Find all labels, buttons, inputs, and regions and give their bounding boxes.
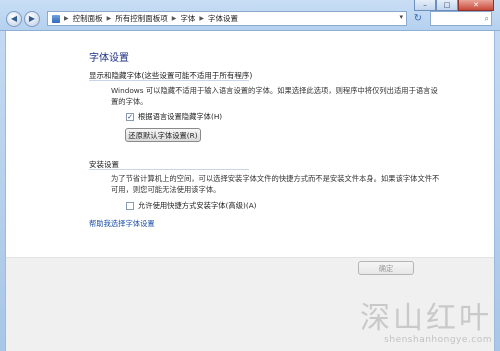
breadcrumb-item[interactable]: 字体设置 <box>208 13 238 24</box>
address-bar[interactable]: ▶ 控制面板 ▶ 所有控制面板项 ▶ 字体 ▶ 字体设置 ▾ <box>47 11 407 26</box>
ok-button[interactable]: 确定 <box>358 261 414 275</box>
breadcrumb-separator: ▶ <box>106 15 112 22</box>
section-divider <box>89 80 249 81</box>
page-title: 字体设置 <box>89 53 129 64</box>
install-settings-description: 为了节省计算机上的空间，可以选择安装字体文件的快捷方式而不是安装文件本身。如果该… <box>111 174 440 194</box>
breadcrumb-item[interactable]: 字体 <box>180 13 195 24</box>
breadcrumb-item[interactable]: 控制面板 <box>73 13 103 24</box>
site-watermark: 深山红叶 shenshanhongye.com <box>360 301 492 346</box>
restore-default-font-settings-button[interactable]: 还原默认字体设置(R) <box>125 128 201 142</box>
search-icon[interactable]: ⌕ <box>485 12 489 25</box>
breadcrumb-separator: ▶ <box>171 15 177 22</box>
back-button[interactable]: ◀ <box>6 11 22 27</box>
hide-fonts-checkbox[interactable]: ✓ <box>126 113 134 121</box>
hide-fonts-description: Windows 可以隐藏不适用于输入语言设置的字体。如果选择此选项，则程序中将仅… <box>111 86 438 106</box>
close-button[interactable]: ✕ <box>458 0 494 11</box>
breadcrumb-separator: ▶ <box>199 15 204 22</box>
watermark-logo-text: 深山红叶 <box>360 301 492 336</box>
help-choose-font-settings-link[interactable]: 帮助我选择字体设置 <box>89 219 155 229</box>
window-frame-right <box>494 31 500 351</box>
breadcrumb-item[interactable]: 所有控制面板项 <box>115 13 168 24</box>
search-input[interactable]: ⌕ <box>430 11 492 26</box>
allow-shortcut-install-checkbox-label[interactable]: 允许使用快捷方式安装字体(高级)(A) <box>138 201 257 211</box>
maximize-button[interactable]: □ <box>436 0 458 11</box>
minimize-button[interactable]: – <box>414 0 436 11</box>
section-divider <box>89 169 249 170</box>
allow-shortcut-install-checkbox[interactable] <box>126 202 134 210</box>
title-bar: – □ ✕ ◀ ▶ ▶ 控制面板 ▶ 所有控制面板项 ▶ 字体 ▶ 字体设置 ▾… <box>0 0 500 31</box>
hide-fonts-checkbox-label[interactable]: 根据语言设置隐藏字体(H) <box>138 112 222 122</box>
chevron-down-icon[interactable]: ▾ <box>399 13 403 21</box>
watermark-url: shenshanhongye.com <box>384 335 492 345</box>
control-panel-icon <box>52 14 60 23</box>
refresh-icon[interactable]: ↻ <box>411 12 425 25</box>
window-caption-buttons: – □ ✕ <box>414 0 494 11</box>
allow-shortcut-install-option[interactable]: 允许使用快捷方式安装字体(高级)(A) <box>126 201 257 211</box>
forward-button[interactable]: ▶ <box>24 11 40 27</box>
hide-fonts-option[interactable]: ✓ 根据语言设置隐藏字体(H) <box>126 112 222 122</box>
breadcrumb-separator: ▶ <box>64 15 69 22</box>
